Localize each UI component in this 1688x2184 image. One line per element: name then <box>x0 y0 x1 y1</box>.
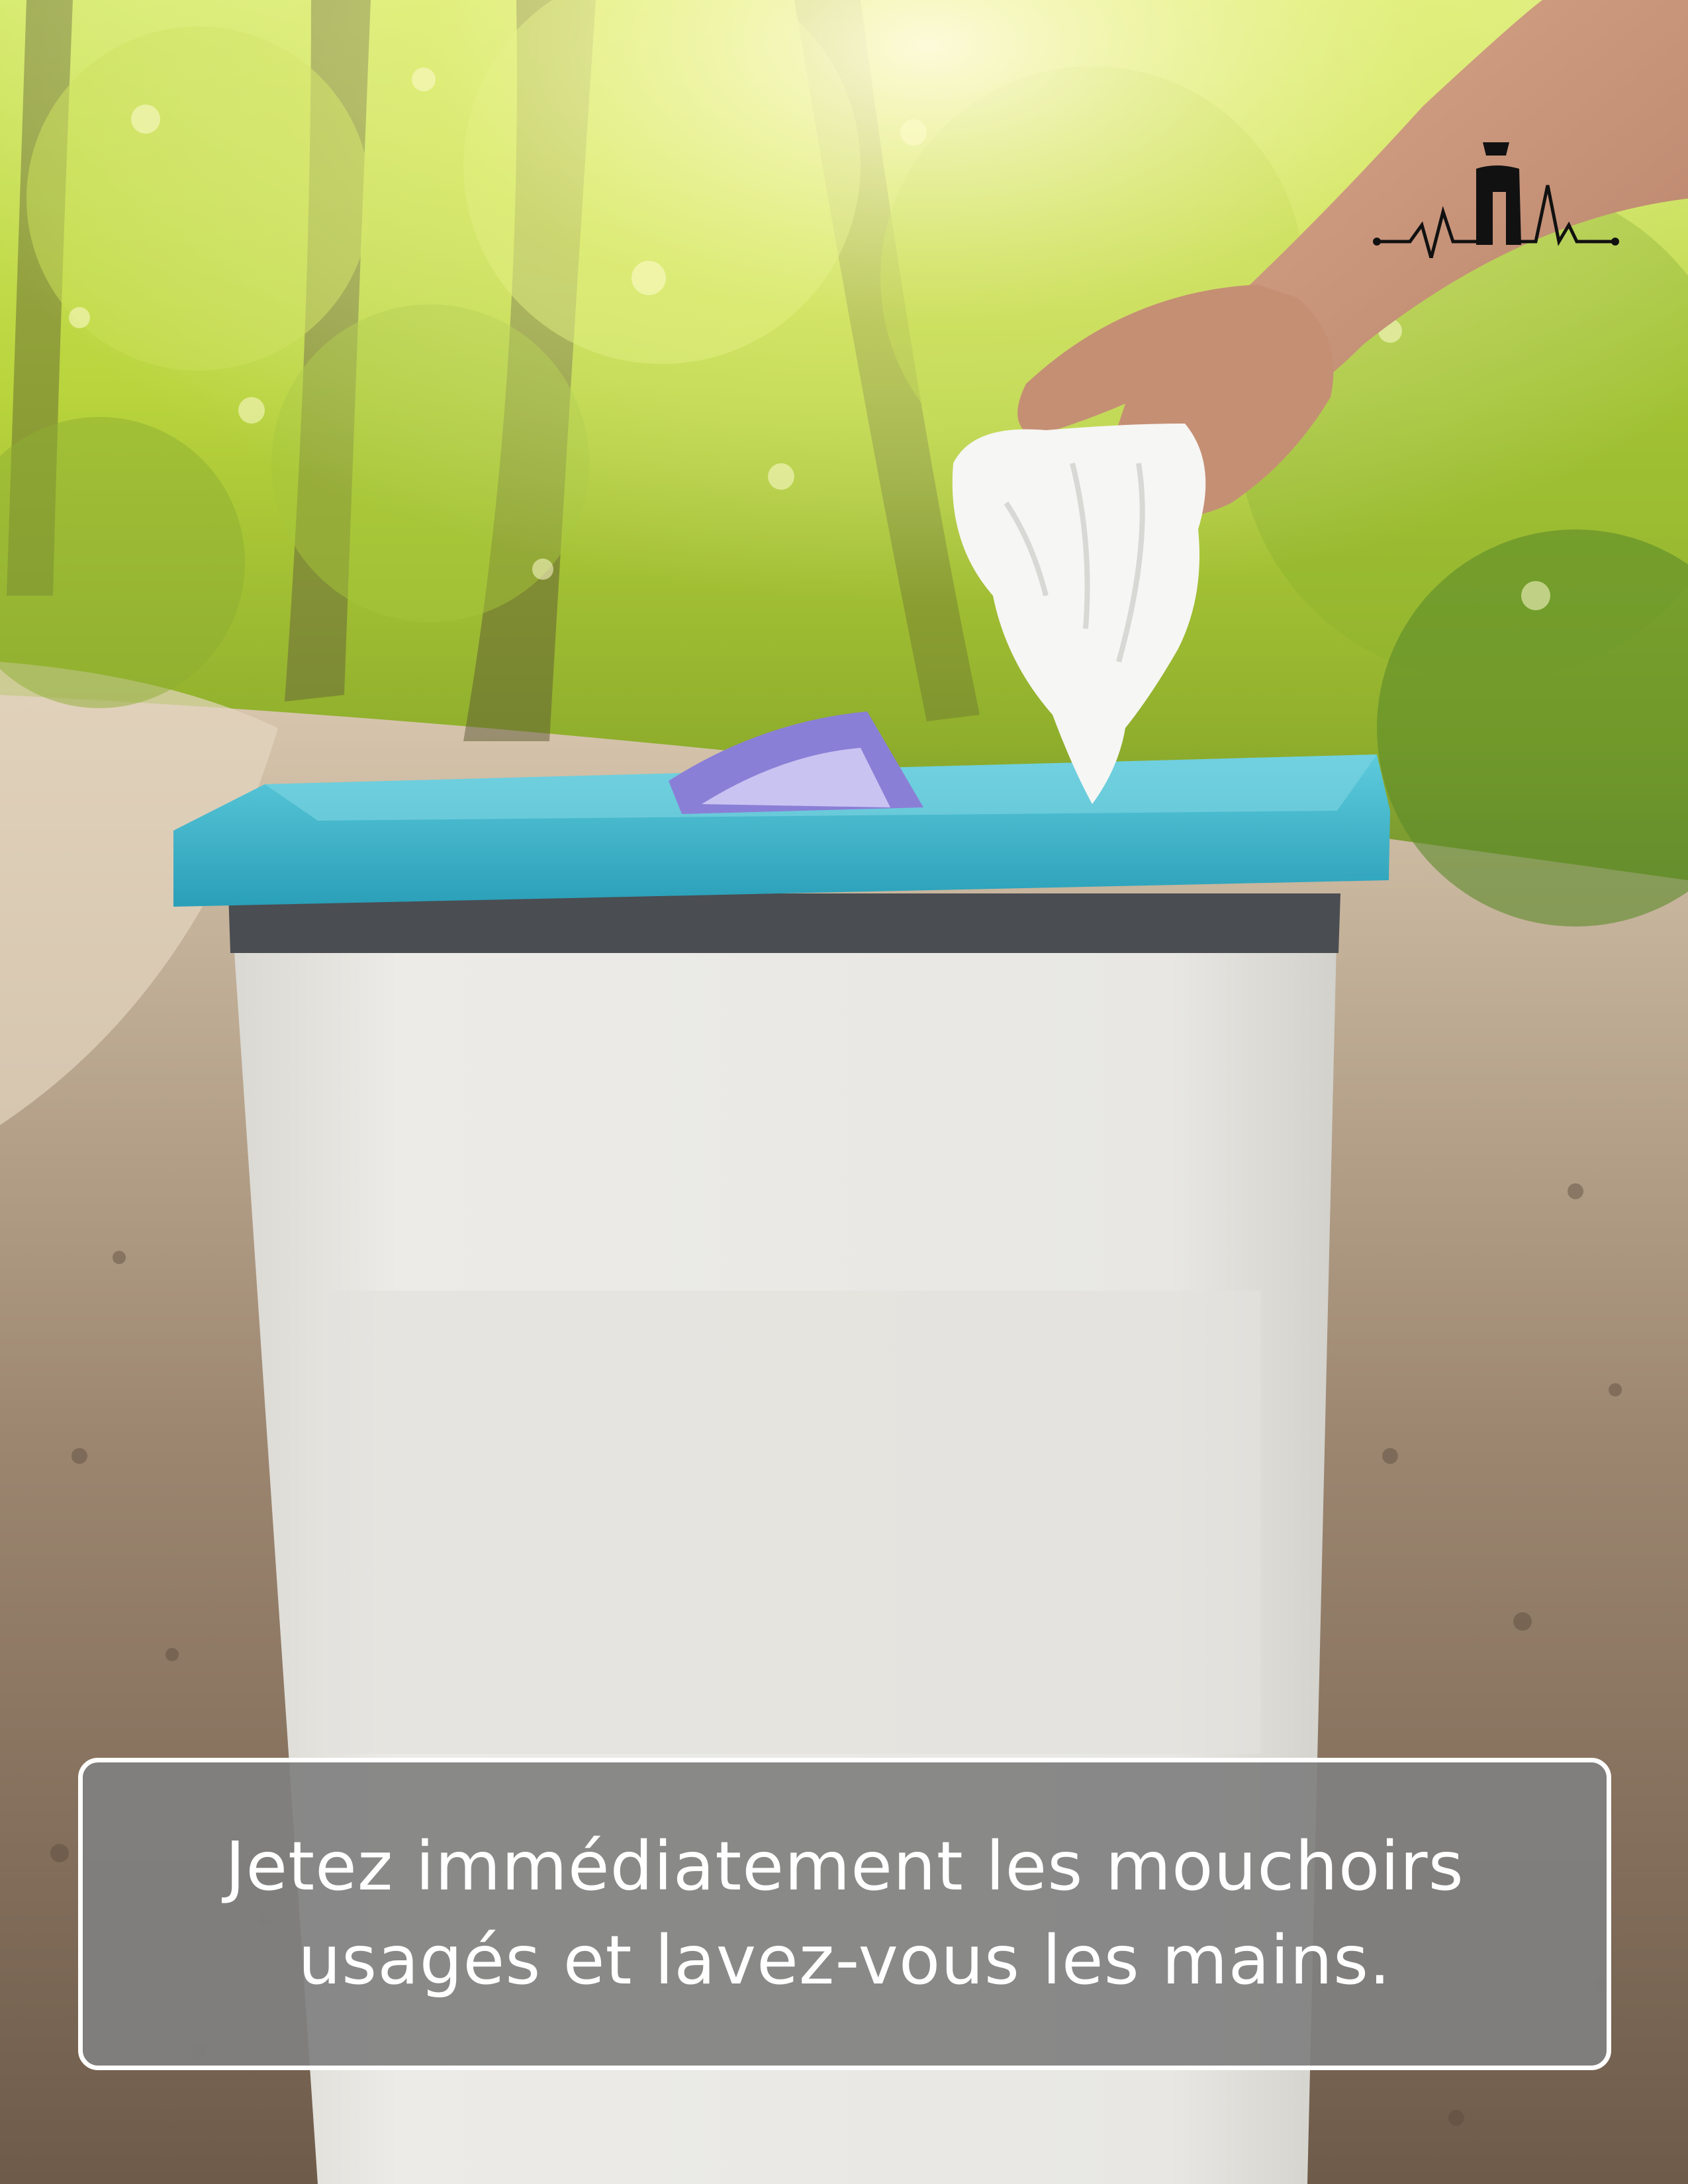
heartbeat-person-icon <box>1370 132 1622 265</box>
caption-line-1: Jetez immédiatement les mouchoirs <box>225 1827 1464 1906</box>
caption-box: Jetez immédiatement les mouchoirs usagés… <box>78 1758 1611 2070</box>
caption-line-2: usagés et lavez-vous les mains. <box>298 1921 1391 2000</box>
